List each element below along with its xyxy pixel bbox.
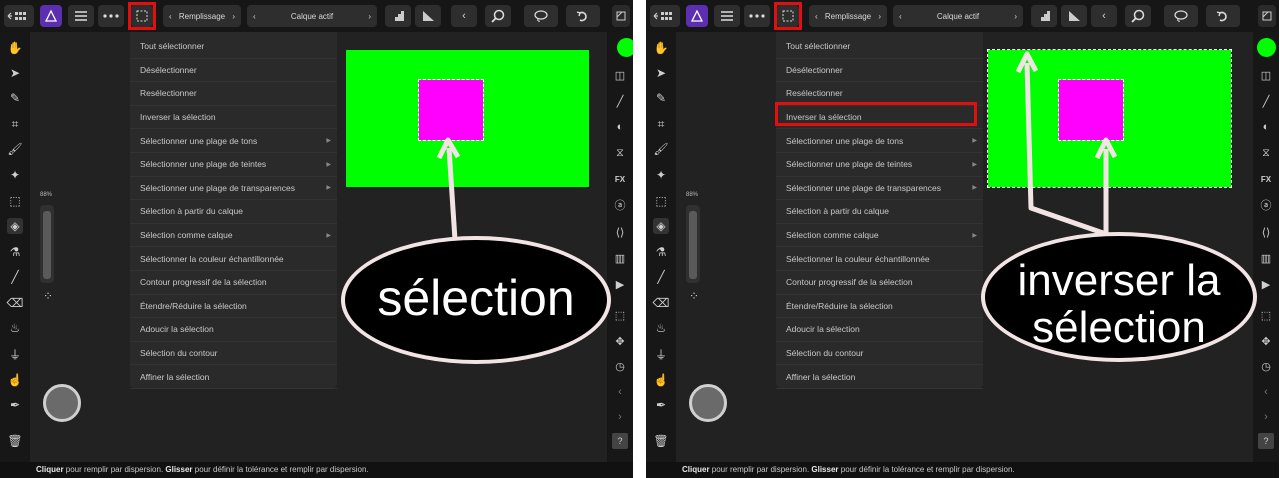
screenshot-right: ‹ Remplissage › ‹ Calque actif › ‹ ✋ ➤ ✎… bbox=[646, 0, 1279, 478]
annotation-arrow bbox=[436, 137, 461, 241]
callout-text: sélection bbox=[377, 270, 575, 326]
callout-text-line1: inverser la bbox=[1017, 256, 1221, 305]
screenshot-left: ‹ Remplissage › ‹ Calque actif › ‹ ✋ ➤ ✎… bbox=[0, 0, 633, 478]
callout-text-line2: sélection bbox=[1032, 303, 1206, 352]
